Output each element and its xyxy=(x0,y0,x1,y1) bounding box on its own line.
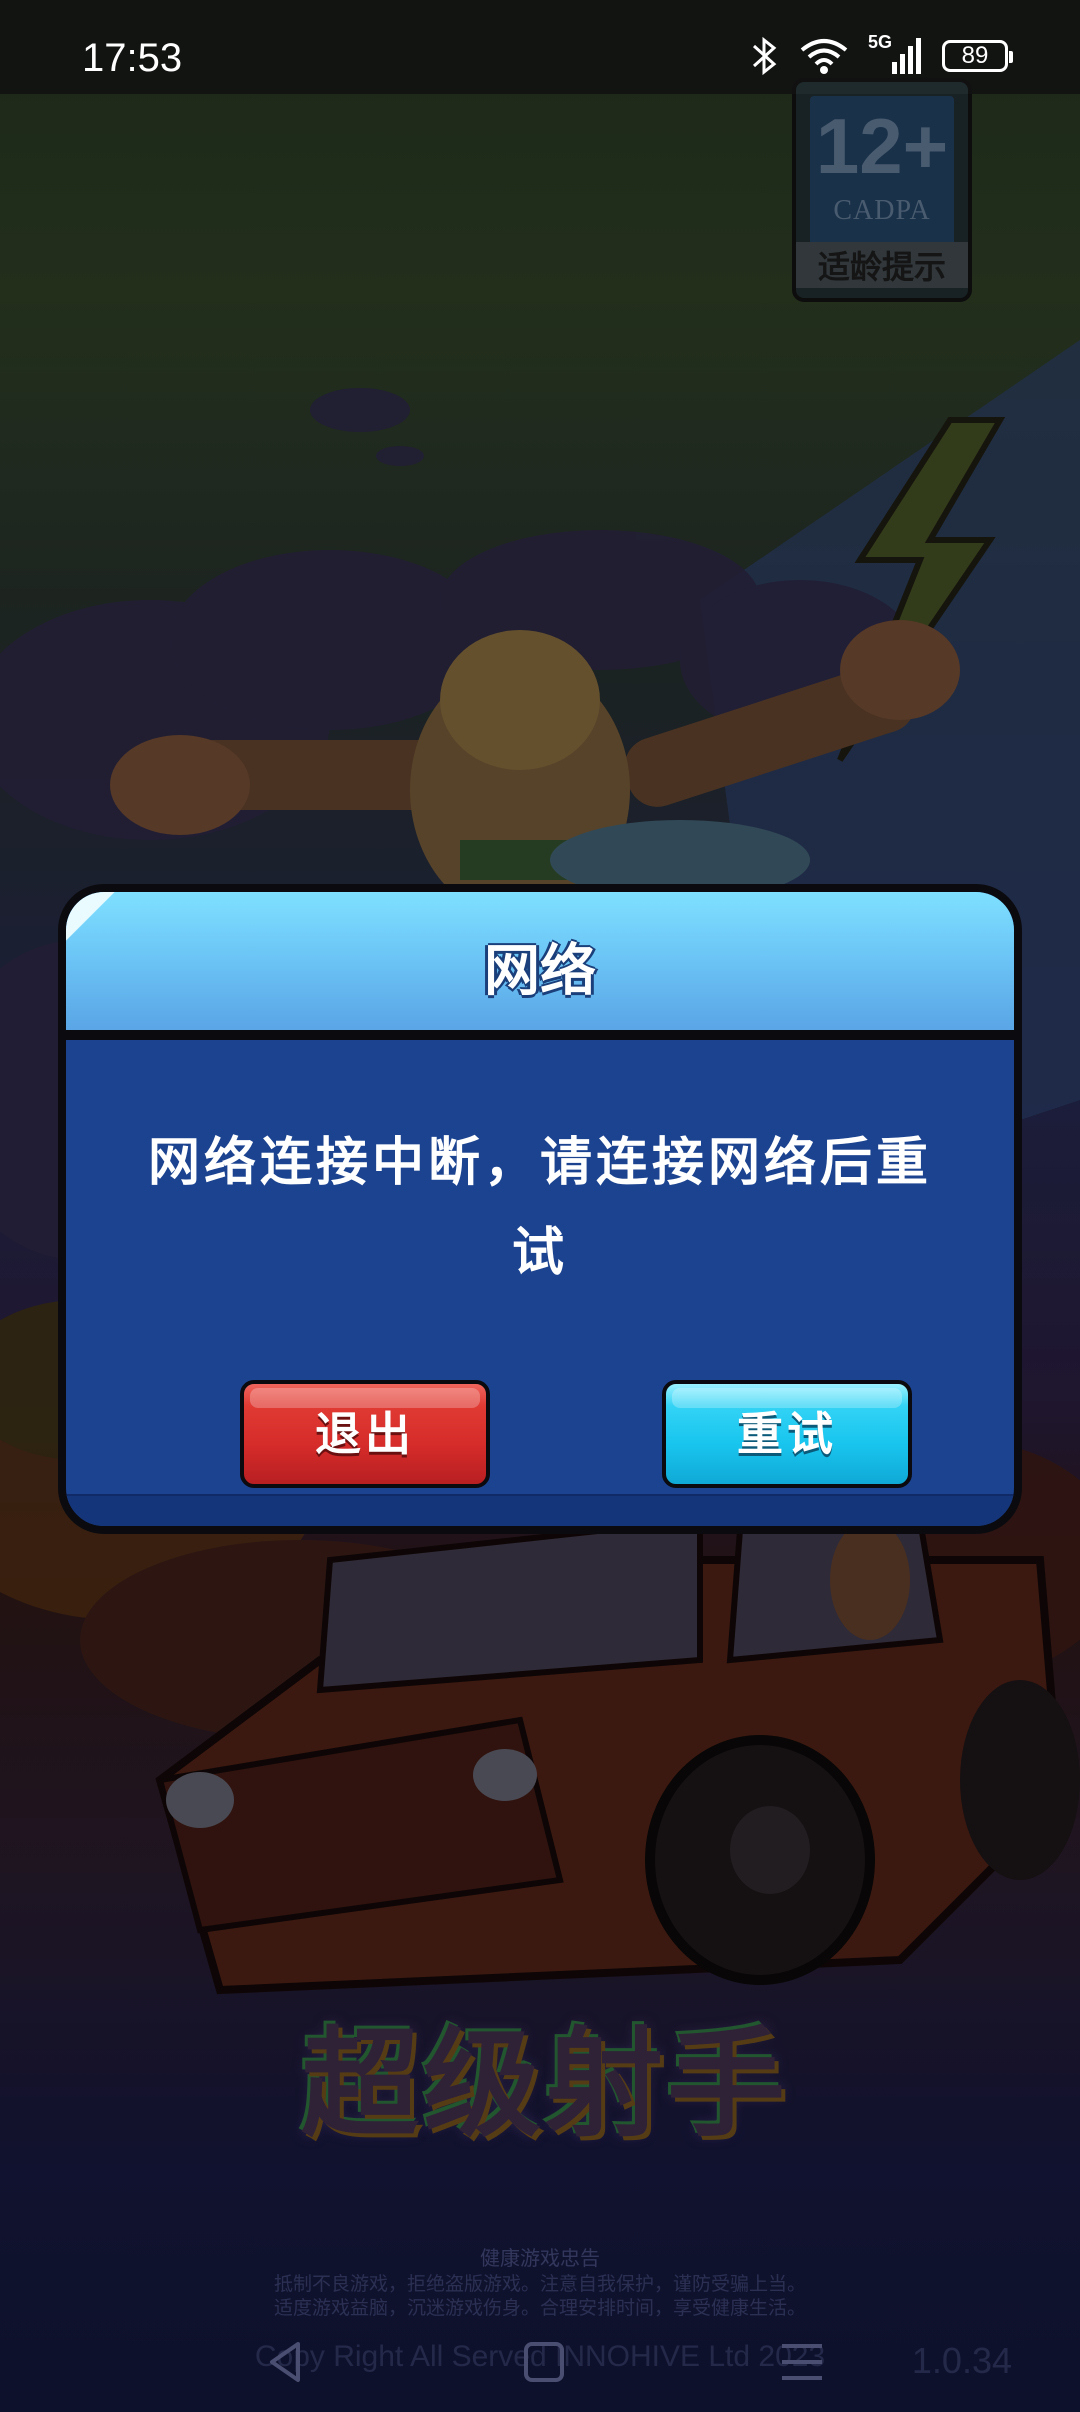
status-time: 17:53 xyxy=(82,36,183,80)
navigation-bar xyxy=(0,2262,1080,2412)
bluetooth-icon xyxy=(752,36,777,76)
cellular-signal-icon: 5G xyxy=(868,32,924,76)
battery-level: 89 xyxy=(961,42,989,69)
dialog-frame: 网络 网络连接中断，请连接网络后重试 退出 重试 xyxy=(58,884,1022,1534)
dialog-message: 网络连接中断，请连接网络后重试 xyxy=(147,1133,932,1283)
nav-menu-button[interactable] xyxy=(762,2322,842,2402)
retry-button[interactable]: 重试 xyxy=(662,1380,912,1488)
battery-indicator: 89 xyxy=(942,40,1013,72)
status-icons: 5G 89 xyxy=(750,32,1013,76)
dialog-title: 网络 xyxy=(484,939,596,1004)
network-error-dialog: 网络 网络连接中断，请连接网络后重试 退出 重试 xyxy=(58,884,1022,1534)
dialog-header: 网络 xyxy=(66,892,1014,1040)
back-triangle-icon xyxy=(270,2342,300,2382)
exit-button[interactable]: 退出 xyxy=(240,1380,490,1488)
nav-back-button[interactable] xyxy=(246,2322,326,2402)
menu-lines-icon xyxy=(782,2344,822,2380)
nav-home-button[interactable] xyxy=(504,2322,584,2402)
wifi-icon xyxy=(800,39,848,74)
dialog-bottom-edge xyxy=(66,1494,1014,1526)
home-square-icon xyxy=(524,2342,564,2382)
